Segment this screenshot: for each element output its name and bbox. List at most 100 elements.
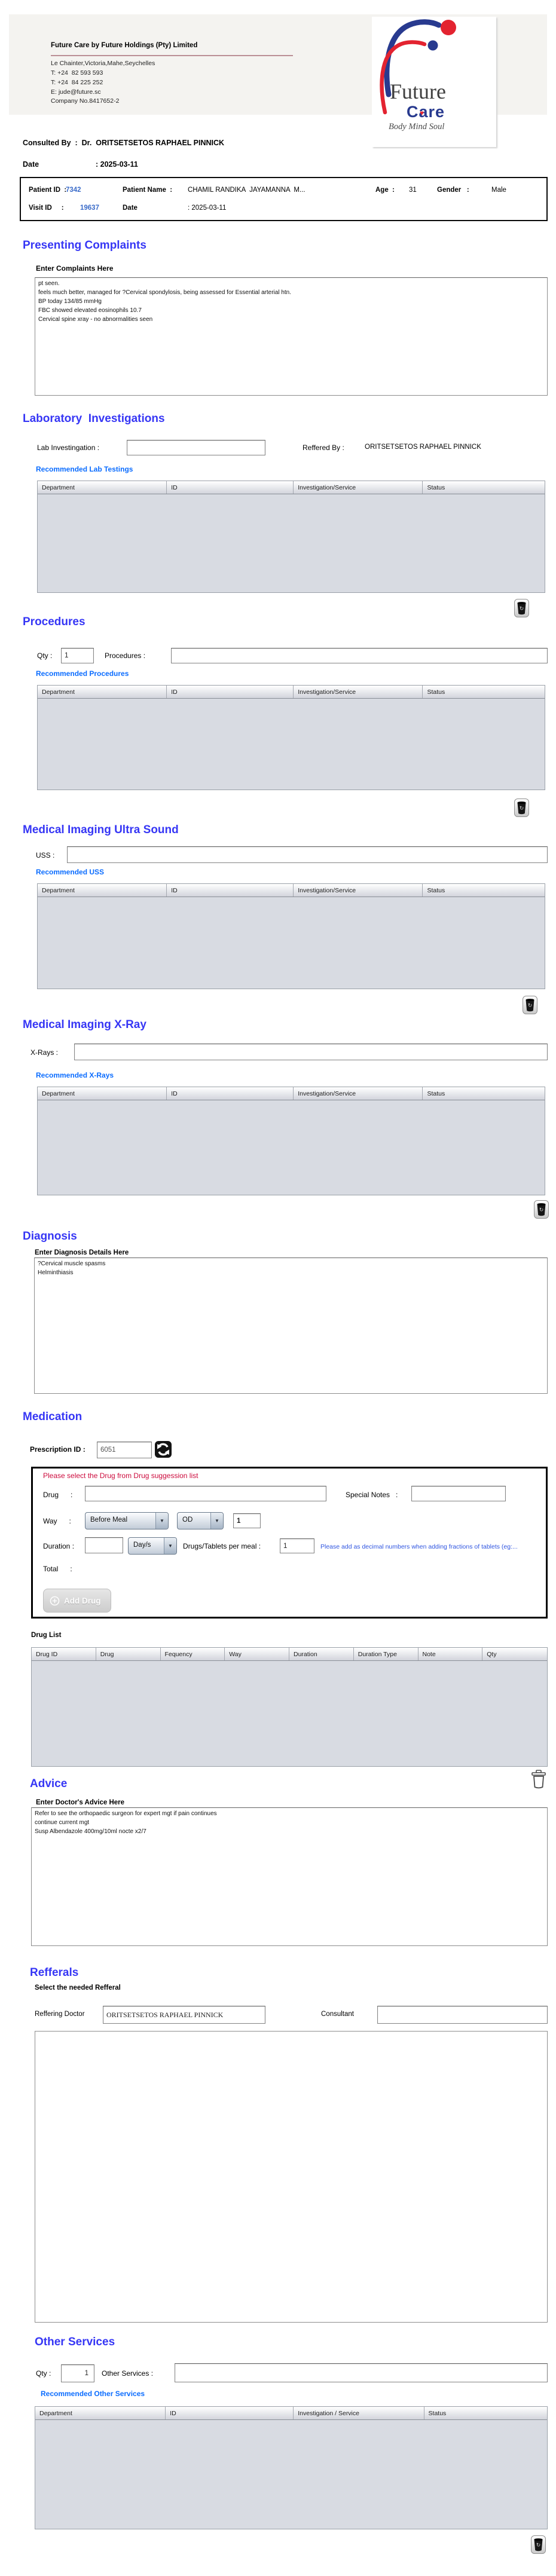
trash-icon: ↻ <box>516 800 527 815</box>
referrals-list-box <box>35 2031 548 2323</box>
refresh-icon <box>154 1440 172 1458</box>
column-header: Status <box>423 884 545 897</box>
column-header: Department <box>38 884 167 897</box>
column-header: Qty <box>482 1648 547 1660</box>
consult-date-value: : 2025-03-11 <box>96 160 138 169</box>
lab-investigation-input[interactable] <box>127 440 265 455</box>
lab-table-header: Department ID Investigation/Service Stat… <box>38 481 545 494</box>
duration-unit-value: Day/s <box>129 1538 164 1554</box>
lab-delete-button[interactable]: ↻ <box>514 599 529 617</box>
frequency-qty-input[interactable] <box>233 1513 261 1528</box>
svg-text:Care: Care <box>407 103 445 121</box>
lab-referred-value: ORITSETSETOS RAPHAEL PINNICK <box>365 443 481 451</box>
column-header: ID <box>167 1087 294 1100</box>
prescription-refresh-button[interactable] <box>154 1440 172 1458</box>
section-title-ultrasound: Medical Imaging Ultra Sound <box>23 824 179 837</box>
column-header: Department <box>35 2407 166 2419</box>
advice-delete-button[interactable] <box>530 1769 548 1789</box>
company-address: Le Chainter,Victoria,Mahe,Seychelles <box>51 60 155 67</box>
lab-referred-label: Reffered By : <box>303 443 344 452</box>
drug-list-table-header: Drug ID Drug Fequency Way Duration Durat… <box>32 1648 547 1661</box>
lab-investigation-label: Lab Investingation : <box>37 443 99 452</box>
column-header: Note <box>418 1648 483 1660</box>
prescription-id-input[interactable] <box>97 1442 152 1458</box>
frequency-select[interactable]: OD ▼ <box>177 1512 224 1529</box>
column-header: Drug <box>96 1648 161 1660</box>
other-services-label: Other Services : <box>102 2369 153 2378</box>
diagnosis-label: Enter Diagnosis Details Here <box>35 1249 129 1256</box>
prescription-id-label: Prescription ID : <box>30 1445 85 1454</box>
company-email: E: jude@future.sc <box>51 88 101 96</box>
chevron-down-icon: ▼ <box>155 1513 168 1529</box>
column-header: Department <box>38 481 167 494</box>
gender-value: Male <box>491 186 506 194</box>
uss-delete-button[interactable]: ↻ <box>523 996 537 1014</box>
other-qty-label: Qty : <box>36 2369 51 2378</box>
svg-text:↻: ↻ <box>520 605 524 611</box>
column-header: Department <box>38 1087 167 1100</box>
recommended-other-services-link[interactable]: Recommended Other Services <box>41 2390 145 2398</box>
other-services-table: Department ID Investigation / Service St… <box>35 2406 548 2529</box>
drug-input[interactable] <box>85 1486 326 1501</box>
consultant-input[interactable] <box>377 2006 548 2024</box>
uss-label: USS : <box>36 851 54 859</box>
referrals-label: Select the needed Refferal <box>35 1984 121 1991</box>
xray-input[interactable] <box>74 1044 548 1060</box>
add-drug-button[interactable]: Add Drug <box>43 1589 111 1613</box>
xray-label: X-Rays : <box>30 1048 58 1057</box>
column-header: ID <box>167 686 294 698</box>
svg-text:Body Mind Soul: Body Mind Soul <box>389 122 444 131</box>
other-qty-input[interactable] <box>61 2364 94 2382</box>
recommended-lab-testings-link[interactable]: Recommended Lab Testings <box>36 465 133 473</box>
referring-doctor-input[interactable] <box>103 2006 265 2024</box>
svg-text:♥: ♥ <box>420 109 424 117</box>
xray-delete-button[interactable]: ↻ <box>534 1200 549 1219</box>
referring-doctor-label: Reffering Doctor <box>35 2011 85 2018</box>
recommended-uss-link[interactable]: Recommended USS <box>36 868 104 876</box>
column-header: ID <box>167 481 294 494</box>
drug-warning-text: Please select the Drug from Drug suggess… <box>43 1471 198 1480</box>
uss-input[interactable] <box>67 846 548 863</box>
advice-textarea[interactable]: Refer to see the orthopaedic surgeon for… <box>31 1807 548 1946</box>
chevron-down-icon: ▼ <box>164 1538 176 1554</box>
procedures-table: Department ID Investigation/Service Stat… <box>37 685 545 790</box>
total-label: Total : <box>43 1565 72 1573</box>
column-header: Investigation/Service <box>294 884 423 897</box>
procedures-qty-input[interactable] <box>61 648 94 663</box>
section-title-laboratory: Laboratory Investigations <box>23 412 165 426</box>
diagnosis-textarea[interactable]: ?Cervical muscle spasms Helminthiasis <box>34 1258 548 1394</box>
visit-id-value: 19637 <box>80 204 99 212</box>
column-header: Investigation / Service <box>294 2407 424 2419</box>
section-title-procedures: Procedures <box>23 616 85 629</box>
procedures-delete-button[interactable]: ↻ <box>514 799 529 817</box>
section-title-referrals: Refferals <box>30 1966 78 1980</box>
svg-text:Future: Future <box>390 79 446 103</box>
section-title-advice: Advice <box>30 1777 67 1791</box>
company-phone-2: T: +24 84 225 252 <box>51 79 103 86</box>
meal-time-select[interactable]: Before Meal ▼ <box>85 1512 169 1529</box>
procedures-table-header: Department ID Investigation/Service Stat… <box>38 686 545 699</box>
recommended-procedures-link[interactable]: Recommended Procedures <box>36 669 129 678</box>
consulted-by: Consulted By : Dr. ORITSETSETOS RAPHAEL … <box>23 139 224 147</box>
column-header: Investigation/Service <box>294 481 423 494</box>
section-title-other-services: Other Services <box>35 2336 115 2349</box>
duration-input[interactable] <box>85 1537 123 1553</box>
column-header: Status <box>423 686 545 698</box>
column-header: Duration <box>289 1648 354 1660</box>
svg-text:↻: ↻ <box>536 2542 541 2548</box>
advice-label: Enter Doctor's Advice Here <box>36 1799 124 1806</box>
uss-table: Department ID Investigation/Service Stat… <box>37 883 545 989</box>
recommended-xray-link[interactable]: Recommended X-Rays <box>36 1071 114 1079</box>
svg-text:↻: ↻ <box>539 1207 544 1213</box>
uss-table-header: Department ID Investigation/Service Stat… <box>38 884 545 897</box>
per-meal-input[interactable] <box>280 1538 314 1553</box>
complaints-textarea[interactable]: pt seen. feels much better, managed for … <box>35 277 548 396</box>
other-services-delete-button[interactable]: ↻ <box>531 2535 546 2554</box>
lab-results-table: Department ID Investigation/Service Stat… <box>37 481 545 593</box>
special-notes-input[interactable] <box>411 1486 506 1501</box>
meal-time-value: Before Meal <box>85 1513 155 1529</box>
visit-date-value: : 2025-03-11 <box>188 204 226 212</box>
procedures-input[interactable] <box>171 648 548 663</box>
other-services-input[interactable] <box>175 2363 548 2382</box>
duration-unit-select[interactable]: Day/s ▼ <box>128 1537 177 1555</box>
